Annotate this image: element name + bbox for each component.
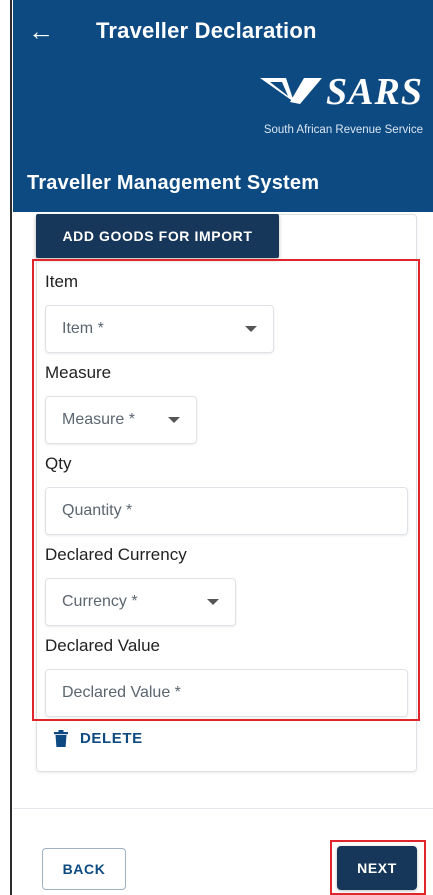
item-select[interactable]: Item * [45,305,274,353]
measure-select-placeholder: Measure * [62,411,135,428]
currency-select-placeholder: Currency * [62,593,138,610]
trash-icon [54,730,68,747]
currency-select[interactable]: Currency * [45,578,236,626]
declared-value-input-placeholder: Declared Value * [62,684,181,701]
brand-banner: SARS South African Revenue Service [13,62,433,154]
quantity-input[interactable]: Quantity * [45,487,408,535]
chevron-down-icon [245,326,257,332]
sars-logo-mark-icon [260,78,323,104]
declared-value-input[interactable]: Declared Value * [45,669,408,717]
system-title-bar: Traveller Management System [13,154,433,212]
chevron-down-icon [168,417,180,423]
brand-tagline: South African Revenue Service [263,124,423,136]
back-arrow-icon[interactable]: ← [13,0,69,62]
sars-logo: SARS [260,70,423,114]
app-bar-title: Traveller Declaration [96,18,317,43]
quantity-input-placeholder: Quantity * [62,502,133,519]
window-edge [0,0,12,895]
qty-label: Qty [45,454,72,473]
declared-currency-label: Declared Currency [45,545,187,564]
system-title: Traveller Management System [27,171,320,194]
measure-select[interactable]: Measure * [45,396,197,444]
back-button[interactable]: BACK [42,848,126,890]
item-label: Item [45,272,79,291]
app-bar: ← Traveller Declaration [13,0,433,62]
footer-divider [13,808,433,809]
chevron-down-icon [207,599,219,605]
measure-label: Measure [45,363,112,382]
add-goods-for-import-button[interactable]: ADD GOODS FOR IMPORT [36,214,279,258]
next-button[interactable]: NEXT [337,846,417,890]
sars-logo-text: SARS [326,71,423,113]
delete-label: DELETE [80,730,143,747]
item-select-placeholder: Item * [62,320,104,337]
declared-value-label: Declared Value [45,636,160,655]
delete-button[interactable]: DELETE [54,730,143,747]
